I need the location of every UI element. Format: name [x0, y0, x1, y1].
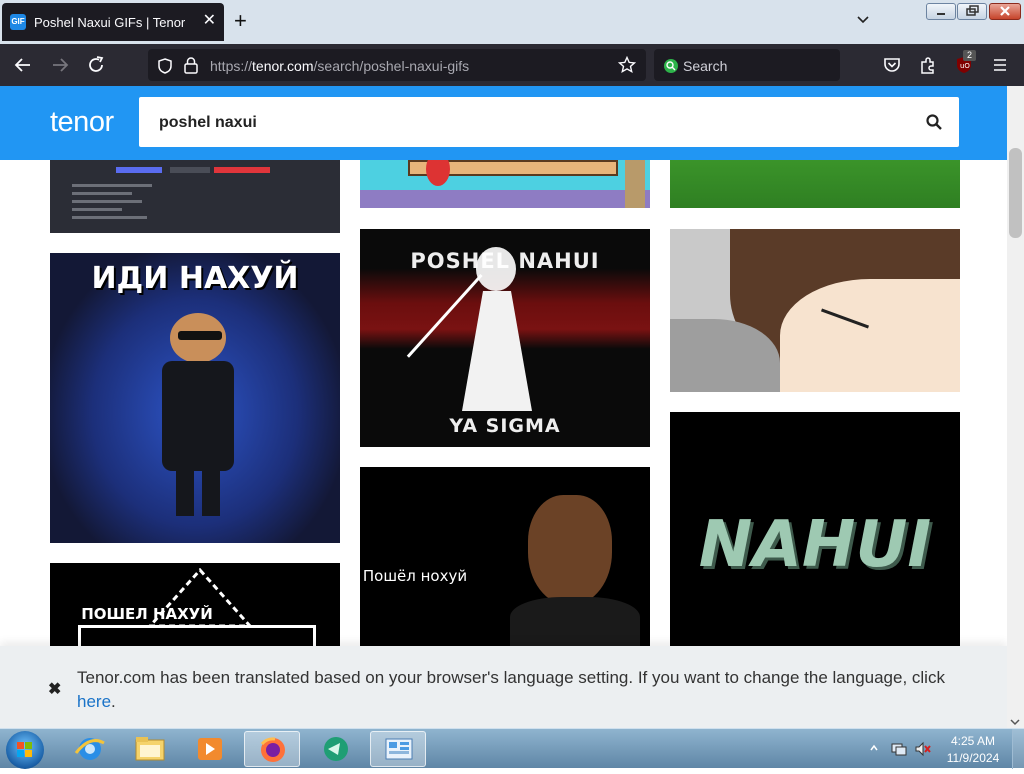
taskbar-firefox-button[interactable] — [244, 731, 300, 767]
svg-text:uO: uO — [960, 62, 970, 70]
address-bar[interactable]: https://tenor.com/search/poshel-naxui-gi… — [148, 49, 646, 81]
minimize-button[interactable] — [926, 3, 956, 20]
reload-icon[interactable] — [85, 54, 107, 76]
show-hidden-icons-icon[interactable] — [869, 743, 879, 753]
hamburger-menu-icon[interactable] — [989, 54, 1011, 76]
extensions-puzzle-icon[interactable] — [917, 54, 939, 76]
navigation-toolbar: https://tenor.com/search/poshel-naxui-gi… — [0, 44, 1024, 86]
clock-time: 4:25 AM — [950, 734, 996, 748]
firefox-icon — [260, 737, 285, 762]
minimize-icon — [937, 13, 945, 15]
volume-muted-icon[interactable] — [914, 741, 932, 757]
tenor-logo[interactable]: tenor — [50, 106, 114, 139]
search-placeholder: Search — [683, 58, 728, 74]
search-bar[interactable]: Search — [654, 49, 840, 81]
url-text[interactable]: https://tenor.com/search/poshel-naxui-gi… — [210, 58, 469, 74]
taskbar-control-panel-button[interactable] — [370, 731, 426, 767]
gif-caption: NAHUI — [698, 508, 932, 582]
search-query-text[interactable]: poshel naxui — [159, 114, 257, 132]
gif-favicon-icon: GIF — [10, 14, 26, 30]
page-scrollbar[interactable] — [1007, 86, 1024, 728]
web-page: tenor poshel naxui ИДИ НАХУЙ ПОШЕЛ НАХУЙ… — [0, 86, 1007, 728]
search-icon[interactable] — [925, 113, 943, 131]
list-all-tabs-icon[interactable] — [856, 13, 870, 27]
system-clock[interactable]: 4:25 AM 11/9/2024 — [940, 733, 1006, 767]
close-window-button[interactable] — [989, 3, 1021, 20]
taskbar-app-button[interactable] — [306, 731, 362, 767]
gif-nahui-text[interactable]: NAHUI — [670, 412, 960, 647]
clock-date: 11/9/2024 — [946, 751, 1000, 765]
gif-caption: YA SIGMA — [449, 415, 561, 437]
start-orb-icon[interactable] — [6, 731, 44, 769]
tab-tenor[interactable]: GIF Poshel Naxui GIFs | Tenor ✕ — [2, 3, 224, 41]
control-panel-icon — [385, 738, 413, 760]
tab-title: Poshel Naxui GIFs | Tenor — [34, 15, 186, 30]
restore-icon — [966, 5, 979, 16]
translation-notice-banner: ✖ Tenor.com has been translated based on… — [0, 646, 1007, 728]
gif-caption: ПОШЕЛ НАХУЙ — [81, 605, 213, 623]
show-desktop-button[interactable] — [1012, 729, 1024, 769]
taskbar-media-player-button[interactable] — [182, 731, 238, 767]
taskbar-ie-button[interactable] — [62, 731, 118, 767]
pocket-icon[interactable] — [881, 54, 903, 76]
internet-explorer-icon — [74, 738, 105, 760]
close-icon — [1000, 6, 1010, 16]
extension-count-badge: 2 — [963, 50, 976, 61]
gif-poshel-nahui-sigma[interactable]: POSHEL NAHUI YA SIGMA — [360, 229, 650, 447]
gif-hamster-suit[interactable]: ИДИ НАХУЙ — [50, 253, 340, 543]
scrollbar-thumb[interactable] — [1009, 148, 1022, 238]
taskbar-explorer-button[interactable] — [122, 731, 178, 767]
lock-icon[interactable] — [183, 56, 199, 74]
tenor-header: tenor poshel naxui — [0, 86, 1007, 160]
shield-icon[interactable] — [156, 57, 174, 75]
forward-arrow-icon[interactable] — [49, 54, 71, 76]
search-engine-icon — [664, 59, 678, 73]
folder-icon — [135, 737, 165, 761]
gif-will-smith[interactable]: Пошёл нохуй — [360, 467, 650, 647]
restore-button[interactable] — [957, 3, 987, 20]
change-language-link[interactable]: here — [77, 692, 111, 711]
media-player-icon — [198, 738, 222, 760]
close-banner-icon[interactable]: ✖ — [48, 679, 61, 699]
star-bookmark-icon[interactable] — [618, 56, 636, 74]
green-app-icon — [324, 737, 348, 761]
gif-anime-sleeping[interactable] — [670, 229, 960, 392]
tab-close-icon[interactable]: ✕ — [203, 12, 216, 30]
gif-caption: ИДИ НАХУЙ — [91, 261, 299, 296]
tab-strip: GIF Poshel Naxui GIFs | Tenor ✕ + — [0, 0, 1024, 44]
windows-logo-icon — [17, 742, 32, 757]
gif-search-box[interactable]: poshel naxui — [139, 97, 959, 147]
back-arrow-icon[interactable] — [12, 54, 34, 76]
browser-window: GIF Poshel Naxui GIFs | Tenor ✕ + https:… — [0, 0, 1024, 769]
translation-notice-text: Tenor.com has been translated based on y… — [77, 668, 945, 711]
network-icon[interactable] — [890, 741, 908, 757]
windows-taskbar: 4:25 AM 11/9/2024 — [0, 728, 1024, 769]
new-tab-button[interactable]: + — [234, 10, 247, 32]
scroll-down-arrow-icon[interactable] — [1010, 718, 1020, 726]
